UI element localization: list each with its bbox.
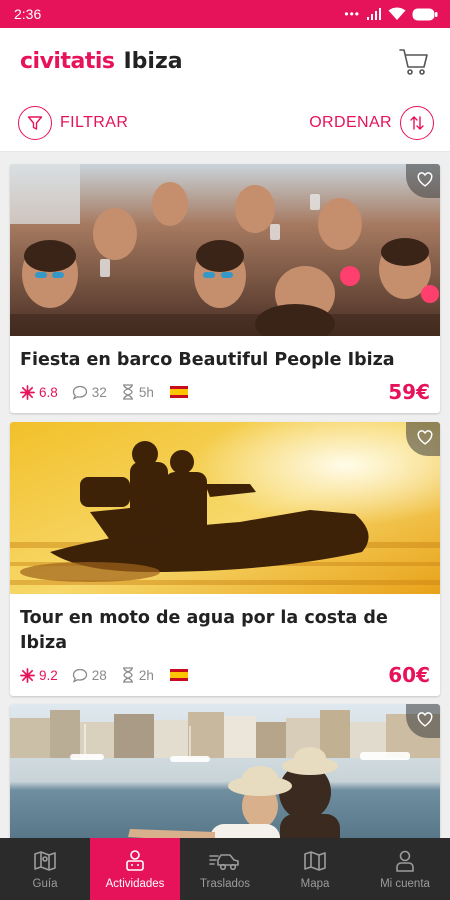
- activity-price: 59€: [388, 380, 430, 404]
- rating-star-icon: [20, 667, 35, 683]
- user-icon: [396, 850, 414, 872]
- activity-title[interactable]: Tour en moto de agua por la costa de Ibi…: [20, 606, 430, 656]
- page-title: Ibiza: [123, 48, 183, 74]
- heart-icon: [417, 711, 433, 727]
- signal-icon: [367, 8, 381, 20]
- nav-item-actividades[interactable]: Actividades: [90, 838, 180, 900]
- activity-rating: 6.8: [20, 385, 58, 400]
- bottom-navigation: Guía Actividades Traslados Mapa Mi cuent…: [0, 838, 450, 900]
- heart-icon: [417, 171, 433, 187]
- activity-title[interactable]: Fiesta en barco Beautiful People Ibiza: [20, 348, 430, 373]
- hourglass-icon: [122, 667, 133, 683]
- activity-comments: 28: [72, 668, 107, 683]
- status-icons: •••: [344, 7, 438, 21]
- activity-duration: 5h: [121, 384, 154, 400]
- notification-dots-icon: •••: [344, 7, 360, 21]
- activity-meta: 9.2 28 2h 60€: [20, 663, 430, 687]
- activity-image-harbour[interactable]: [10, 704, 440, 838]
- nav-item-guia[interactable]: Guía: [0, 838, 90, 900]
- status-time: 2:36: [14, 6, 42, 22]
- filter-sort-toolbar: FILTRAR ORDENAR: [0, 94, 450, 152]
- nav-item-mapa[interactable]: Mapa: [270, 838, 360, 900]
- filter-button[interactable]: FILTRAR: [18, 105, 129, 140]
- activity-list[interactable]: Fiesta en barco Beautiful People Ibiza 6…: [0, 152, 450, 838]
- activity-duration: 2h: [121, 667, 154, 683]
- hourglass-icon: [122, 384, 133, 400]
- transfer-car-icon: [209, 854, 239, 871]
- heart-icon: [417, 429, 433, 445]
- activity-card-body: Tour en moto de agua por la costa de Ibi…: [10, 594, 440, 696]
- activity-card-body: Fiesta en barco Beautiful People Ibiza 6…: [10, 336, 440, 413]
- activity-rating: 9.2: [20, 668, 58, 683]
- filter-label: FILTRAR: [60, 113, 129, 131]
- nav-item-traslados[interactable]: Traslados: [180, 838, 270, 900]
- comment-icon: [72, 668, 87, 683]
- battery-icon: [412, 8, 438, 20]
- nav-item-mi-cuenta[interactable]: Mi cuenta: [360, 838, 450, 900]
- spanish-flag-icon: [169, 669, 188, 681]
- sort-icon: [400, 105, 434, 140]
- status-bar: 2:36 •••: [0, 0, 450, 28]
- brand-logo[interactable]: civitatis: [20, 49, 115, 74]
- rating-star-icon: [20, 384, 35, 400]
- spanish-flag-icon: [169, 386, 188, 398]
- map-icon: [304, 851, 326, 871]
- app-bar: civitatis Ibiza: [0, 28, 450, 94]
- activities-icon: [126, 850, 144, 871]
- map-book-icon: [34, 851, 56, 871]
- activity-comments: 32: [72, 385, 107, 400]
- activity-image-boat-party[interactable]: [10, 164, 440, 336]
- activity-image-jetski[interactable]: [10, 422, 440, 594]
- activity-card[interactable]: Tour en moto de agua por la costa de Ibi…: [10, 422, 440, 696]
- cart-button[interactable]: [394, 41, 434, 81]
- activity-card[interactable]: Fiesta en barco Beautiful People Ibiza 6…: [10, 164, 440, 413]
- sort-label: ORDENAR: [309, 113, 392, 131]
- activity-price: 60€: [388, 663, 430, 687]
- cart-icon: [399, 49, 428, 75]
- filter-icon: [18, 105, 52, 140]
- wifi-icon: [388, 7, 406, 20]
- activity-meta: 6.8 32 5h 59€: [20, 380, 430, 404]
- sort-button[interactable]: ORDENAR: [309, 105, 434, 140]
- activity-card[interactable]: [10, 704, 440, 838]
- comment-icon: [72, 385, 87, 400]
